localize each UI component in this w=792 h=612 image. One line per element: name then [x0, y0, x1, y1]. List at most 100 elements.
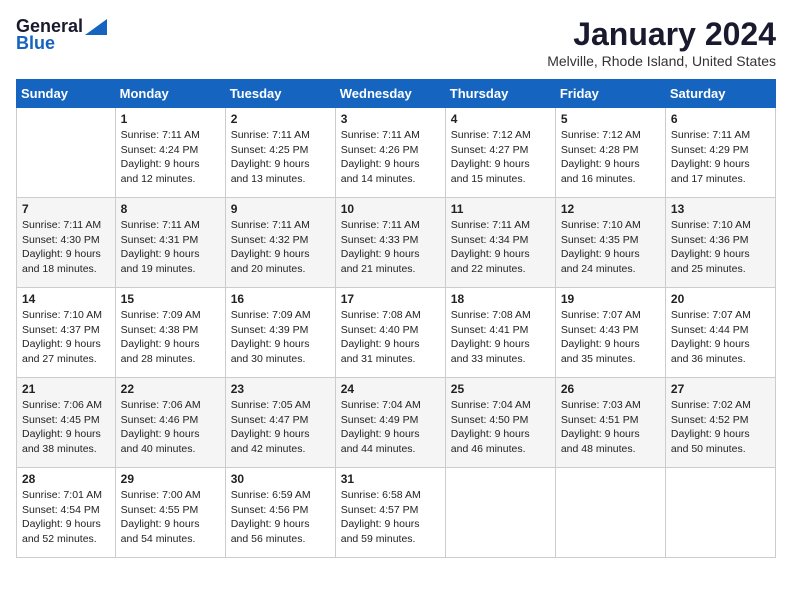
daylight-minutes-text: and 30 minutes. [231, 352, 330, 367]
sunrise-text: Sunrise: 7:06 AM [121, 398, 220, 413]
calendar-cell: 17Sunrise: 7:08 AMSunset: 4:40 PMDayligh… [335, 288, 445, 378]
month-title: January 2024 [547, 16, 776, 53]
sunrise-text: Sunrise: 7:11 AM [22, 218, 110, 233]
day-number: 24 [341, 382, 440, 396]
sunset-text: Sunset: 4:35 PM [561, 233, 660, 248]
daylight-hours-text: Daylight: 9 hours [22, 517, 110, 532]
sunset-text: Sunset: 4:47 PM [231, 413, 330, 428]
day-number: 25 [451, 382, 550, 396]
daylight-minutes-text: and 50 minutes. [671, 442, 770, 457]
sunrise-text: Sunrise: 7:10 AM [22, 308, 110, 323]
calendar-table: SundayMondayTuesdayWednesdayThursdayFrid… [16, 79, 776, 558]
sunrise-text: Sunrise: 7:11 AM [341, 218, 440, 233]
weekday-header-monday: Monday [115, 80, 225, 108]
daylight-hours-text: Daylight: 9 hours [561, 427, 660, 442]
daylight-hours-text: Daylight: 9 hours [121, 517, 220, 532]
calendar-cell [555, 468, 665, 558]
sunrise-text: Sunrise: 7:11 AM [231, 218, 330, 233]
daylight-hours-text: Daylight: 9 hours [561, 247, 660, 262]
calendar-cell [445, 468, 555, 558]
sunrise-text: Sunrise: 7:11 AM [121, 218, 220, 233]
sunrise-text: Sunrise: 7:10 AM [671, 218, 770, 233]
sunrise-text: Sunrise: 7:04 AM [451, 398, 550, 413]
day-number: 22 [121, 382, 220, 396]
daylight-minutes-text: and 20 minutes. [231, 262, 330, 277]
day-number: 29 [121, 472, 220, 486]
calendar-cell: 20Sunrise: 7:07 AMSunset: 4:44 PMDayligh… [665, 288, 775, 378]
daylight-minutes-text: and 14 minutes. [341, 172, 440, 187]
day-number: 26 [561, 382, 660, 396]
daylight-minutes-text: and 18 minutes. [22, 262, 110, 277]
calendar-cell: 23Sunrise: 7:05 AMSunset: 4:47 PMDayligh… [225, 378, 335, 468]
sunrise-text: Sunrise: 6:59 AM [231, 488, 330, 503]
daylight-minutes-text: and 31 minutes. [341, 352, 440, 367]
daylight-minutes-text: and 48 minutes. [561, 442, 660, 457]
day-number: 6 [671, 112, 770, 126]
day-number: 11 [451, 202, 550, 216]
calendar-cell: 9Sunrise: 7:11 AMSunset: 4:32 PMDaylight… [225, 198, 335, 288]
sunset-text: Sunset: 4:54 PM [22, 503, 110, 518]
sunrise-text: Sunrise: 7:12 AM [561, 128, 660, 143]
calendar-cell: 15Sunrise: 7:09 AMSunset: 4:38 PMDayligh… [115, 288, 225, 378]
calendar-cell: 29 Sunrise: 7:00 AMSunset: 4:55 PMDayligh… [115, 468, 225, 558]
calendar-cell [17, 108, 116, 198]
sunrise-text: Sunrise: 7:11 AM [231, 128, 330, 143]
sunset-text: Sunset: 4:24 PM [121, 143, 220, 158]
sunset-text: Sunset: 4:41 PM [451, 323, 550, 338]
day-number: 31 [341, 472, 440, 486]
day-number: 1 [121, 112, 220, 126]
calendar-cell: 10Sunrise: 7:11 AMSunset: 4:33 PMDayligh… [335, 198, 445, 288]
daylight-hours-text: Daylight: 9 hours [121, 157, 220, 172]
calendar-cell: 26Sunrise: 7:03 AMSunset: 4:51 PMDayligh… [555, 378, 665, 468]
sunrise-text: Sunrise: 7:12 AM [451, 128, 550, 143]
day-number: 14 [22, 292, 110, 306]
sunset-text: Sunset: 4:55 PM [121, 503, 220, 518]
sunrise-text: Sunrise: 7:05 AM [231, 398, 330, 413]
sunrise-text: Sunrise: 7:10 AM [561, 218, 660, 233]
calendar-cell: 21Sunrise: 7:06 AMSunset: 4:45 PMDayligh… [17, 378, 116, 468]
daylight-hours-text: Daylight: 9 hours [22, 337, 110, 352]
sunset-text: Sunset: 4:32 PM [231, 233, 330, 248]
calendar-cell: 3Sunrise: 7:11 AMSunset: 4:26 PMDaylight… [335, 108, 445, 198]
daylight-minutes-text: and 42 minutes. [231, 442, 330, 457]
sunrise-text: Sunrise: 7:02 AM [671, 398, 770, 413]
daylight-minutes-text: and 59 minutes. [341, 532, 440, 547]
daylight-hours-text: Daylight: 9 hours [22, 247, 110, 262]
calendar-cell: 30Sunrise: 6:59 AMSunset: 4:56 PMDayligh… [225, 468, 335, 558]
calendar-cell: 12Sunrise: 7:10 AMSunset: 4:35 PMDayligh… [555, 198, 665, 288]
calendar-cell: 31Sunrise: 6:58 AMSunset: 4:57 PMDayligh… [335, 468, 445, 558]
daylight-minutes-text: and 27 minutes. [22, 352, 110, 367]
calendar-cell: 22Sunrise: 7:06 AMSunset: 4:46 PMDayligh… [115, 378, 225, 468]
daylight-minutes-text: and 46 minutes. [451, 442, 550, 457]
calendar-cell [665, 468, 775, 558]
daylight-hours-text: Daylight: 9 hours [451, 427, 550, 442]
logo: General Blue [16, 16, 107, 54]
sunrise-text: Sunrise: 7:00 AM [121, 488, 220, 503]
day-number: 3 [341, 112, 440, 126]
location-text: Melville, Rhode Island, United States [547, 53, 776, 69]
day-number: 17 [341, 292, 440, 306]
daylight-minutes-text: and 28 minutes. [121, 352, 220, 367]
daylight-minutes-text: and 38 minutes. [22, 442, 110, 457]
daylight-minutes-text: and 15 minutes. [451, 172, 550, 187]
calendar-week-row: 28Sunrise: 7:01 AMSunset: 4:54 PMDayligh… [17, 468, 776, 558]
sunset-text: Sunset: 4:49 PM [341, 413, 440, 428]
sunrise-text: Sunrise: 7:07 AM [561, 308, 660, 323]
daylight-minutes-text: and 52 minutes. [22, 532, 110, 547]
daylight-minutes-text: and 17 minutes. [671, 172, 770, 187]
sunset-text: Sunset: 4:25 PM [231, 143, 330, 158]
calendar-week-row: 7Sunrise: 7:11 AMSunset: 4:30 PMDaylight… [17, 198, 776, 288]
sunset-text: Sunset: 4:34 PM [451, 233, 550, 248]
sunset-text: Sunset: 4:36 PM [671, 233, 770, 248]
calendar-week-row: 21Sunrise: 7:06 AMSunset: 4:45 PMDayligh… [17, 378, 776, 468]
daylight-hours-text: Daylight: 9 hours [561, 157, 660, 172]
sunset-text: Sunset: 4:40 PM [341, 323, 440, 338]
weekday-header-friday: Friday [555, 80, 665, 108]
daylight-minutes-text: and 25 minutes. [671, 262, 770, 277]
weekday-header-wednesday: Wednesday [335, 80, 445, 108]
daylight-minutes-text: and 33 minutes. [451, 352, 550, 367]
daylight-hours-text: Daylight: 9 hours [341, 517, 440, 532]
day-number: 21 [22, 382, 110, 396]
sunrise-text: Sunrise: 7:11 AM [341, 128, 440, 143]
daylight-hours-text: Daylight: 9 hours [121, 427, 220, 442]
